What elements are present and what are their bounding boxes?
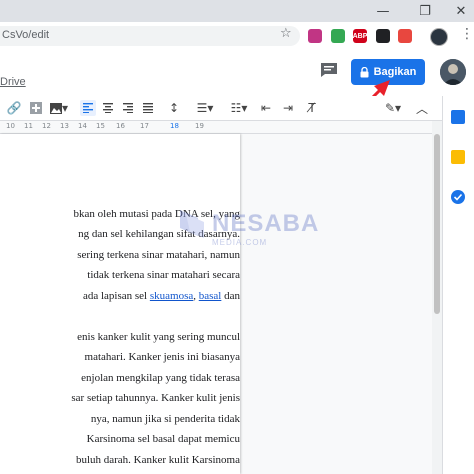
text-line: buluh darah. Kanker kulit Karsinoma: [75, 454, 240, 466]
text-line: sar setiap tahunnya. Kanker kulit jenis: [71, 392, 240, 404]
ruler-tick: 10: [6, 122, 15, 130]
decrease-indent-icon[interactable]: ⇤: [258, 100, 274, 116]
ruler-tick: 19: [195, 122, 204, 130]
side-panel: [442, 96, 474, 474]
clear-formatting-icon[interactable]: T̸: [304, 100, 320, 116]
link-icon[interactable]: 🔗: [6, 100, 22, 116]
ruler-tick: 13: [60, 122, 69, 130]
nesaba-logo-icon: [180, 210, 204, 238]
numbered-list-icon[interactable]: ☰▾: [194, 100, 216, 116]
add-comment-icon[interactable]: [28, 100, 44, 116]
calendar-icon[interactable]: [451, 110, 465, 124]
increase-indent-icon[interactable]: ⇥: [280, 100, 296, 116]
text-line: tidak terkena sinar matahari secara: [87, 269, 240, 281]
ruler-tick: 14: [78, 122, 87, 130]
text-line: nya, namun jika si penderita tidak: [90, 413, 240, 425]
text-line: matahari. Kanker jenis ini biasanya: [84, 351, 240, 363]
keep-icon[interactable]: [451, 150, 465, 164]
text-line: ada lapisan sel skuamosa, basal dan: [83, 290, 240, 302]
ruler-tick: 12: [42, 122, 51, 130]
ruler-indent-marker[interactable]: 18: [170, 122, 179, 130]
insert-image-icon[interactable]: ▾: [48, 100, 70, 116]
ruler-tick: 11: [24, 122, 33, 130]
ruler-tick: 16: [116, 122, 125, 130]
editing-mode-icon[interactable]: ✎▾: [380, 100, 406, 116]
tasks-icon[interactable]: [451, 190, 465, 204]
align-center-icon[interactable]: [100, 100, 116, 116]
vertical-scrollbar[interactable]: [432, 134, 442, 474]
justify-icon[interactable]: [140, 100, 156, 116]
document-page[interactable]: bkan oleh mutasi pada DNA sel, yang ng d…: [0, 134, 240, 474]
text-line: enjolan mengkilap yang tidak terasa: [81, 372, 240, 384]
watermark-brand: NESABA: [212, 210, 320, 237]
watermark-sub: MEDIA.COM: [212, 238, 268, 247]
skuamosa-link[interactable]: skuamosa: [150, 290, 193, 302]
ruler-tick: 17: [140, 122, 149, 130]
basal-link[interactable]: basal: [199, 290, 222, 302]
document-canvas: bkan oleh mutasi pada DNA sel, yang ng d…: [0, 134, 432, 474]
text-line: sering terkena sinar matahari, namun: [77, 249, 240, 261]
text-line: enis kanker kulit yang sering muncul: [77, 331, 240, 343]
text-span: ada lapisan sel: [82, 290, 150, 302]
align-left-icon[interactable]: [80, 100, 96, 116]
bulleted-list-icon[interactable]: ☷▾: [228, 100, 250, 116]
collapse-toolbar-icon[interactable]: ︿: [414, 100, 430, 116]
align-right-icon[interactable]: [120, 100, 136, 116]
ruler-tick: 15: [96, 122, 105, 130]
line-spacing-icon[interactable]: ↕: [166, 100, 182, 116]
formatting-toolbar: 🔗 ▾ ↕ ☰▾ ☷▾ ⇤ ⇥ T̸ ✎▾ ︿: [0, 96, 474, 121]
text-line: Karsinoma sel basal dapat memicu: [86, 433, 240, 445]
text-span: dan: [221, 290, 240, 302]
ruler: 10 11 12 13 14 15 16 17 18 19: [0, 121, 432, 134]
watermark: NESABA MEDIA.COM: [176, 208, 320, 247]
scrollbar-thumb[interactable]: [434, 134, 440, 314]
